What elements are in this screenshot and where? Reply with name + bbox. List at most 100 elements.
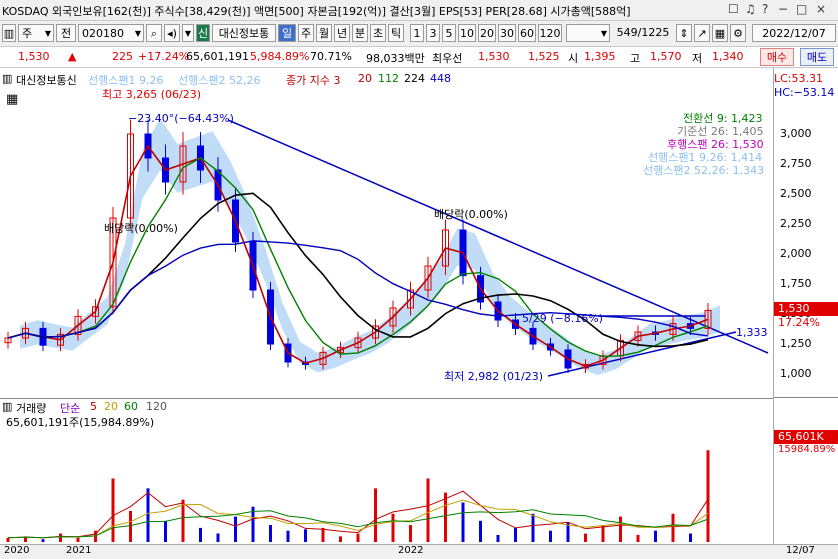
volume-legend-5: 5 [90,400,97,413]
grid-icon[interactable]: ▦ [712,24,728,42]
stock-name-label: 대신정보통신 [16,74,77,87]
period-minute-button[interactable]: 분 [352,24,368,42]
volume-bar [496,534,500,542]
minute-20-button[interactable]: 20 [478,24,496,42]
y-axis[interactable]: LC:53.31 HC:−53.14 3,000 2,750 2,500 2,250 2… [773,68,838,544]
volume-bar [619,516,622,542]
price-change: 225 [112,50,133,63]
volume-bar [164,520,167,542]
volume-bar [584,533,587,542]
bell-icon[interactable]: ♫ [745,2,756,16]
volume-chart-panel[interactable]: ▥ 거래량 단순 5 20 60 120 65,601,191주(15,984.… [0,398,838,544]
period-day-button[interactable]: 일 [278,24,296,42]
help-icon[interactable]: ? [762,2,768,16]
price-chart-panel[interactable]: ▥ 대신정보통신 선행스팬1 9,26 선행스팬2 52,26 종가 지수 3 … [0,68,838,398]
close-icon[interactable]: × [816,2,826,16]
volume-legend-20: 20 [104,400,118,413]
sell-button[interactable]: 매도 [800,48,834,66]
interval-input[interactable]: ▼ [566,24,610,42]
price-tag: 1,530 [774,302,838,316]
draw-tool-icon[interactable]: ↗ [694,24,710,42]
search-icon[interactable]: ⌕ [146,24,162,42]
minimize-icon[interactable]: − [778,2,788,16]
high-price: 1,570 [650,50,682,63]
period-second-button[interactable]: 초 [370,24,386,42]
pin-icon[interactable]: ☐ [728,2,739,16]
period-year-button[interactable]: 년 [334,24,350,42]
volume-bar [444,492,447,542]
volume-bar [234,516,237,542]
volume-bar [601,525,605,542]
dividend-label-2: 배당락(0.00%) [434,208,508,221]
quote-row: 1,530 ▲ 225 +17.24% 65,601,191 5,984.89%… [0,47,838,68]
all-button[interactable]: 전 [56,24,76,42]
volume-bar [531,513,535,542]
volume-settings-icon[interactable]: ▥ [2,400,12,413]
minute-60-button[interactable]: 60 [518,24,536,42]
period-month-button[interactable]: 월 [316,24,332,42]
volume-bar [374,488,377,542]
y-tick-label: 1,250 [780,337,812,350]
ichimoku-span2: 선행스팬2 52,26: 1,343 [643,164,765,177]
hc-label: HC:−53.14 [774,86,835,99]
scroll-toggle-icon[interactable]: ⇕ [676,24,692,42]
period-tick-button[interactable]: 틱 [388,24,404,42]
low-label: 저 [692,52,703,65]
last-value-label: 1,333 [736,326,768,339]
buy-button[interactable]: 매수 [760,48,794,66]
volume-tag: 65,601K [774,430,838,444]
volume-bar [321,527,325,542]
date-input[interactable]: 2022/12/07 [752,24,836,42]
date-label-2020: 2020 [4,545,30,556]
volume-bar [181,499,185,542]
volume-bar [286,530,290,542]
volume-ratio: 5,984.89% [250,50,310,63]
dropdown-icon[interactable]: ▼ [182,24,194,42]
volume-bar [199,527,202,542]
volume-bar [269,525,272,542]
layout-icon[interactable]: ▥ [2,24,16,42]
minute-10-button[interactable]: 10 [458,24,476,42]
market-select[interactable]: 주 ▼ [18,24,54,42]
high-marker: 최고 3,265 (06/23) [102,88,202,101]
maximize-icon[interactable]: □ [796,2,807,16]
minute-5-button[interactable]: 5 [442,24,456,42]
y-tick-label: 3,000 [780,127,812,140]
minute-3-button[interactable]: 3 [426,24,440,42]
volume-bar [654,530,657,542]
legend-ma224: 224 [404,72,425,85]
volume-legend-120: 120 [146,400,167,413]
settings-icon[interactable]: ⚙ [730,24,746,42]
dividend-label-1: 배당락(0.00%) [104,222,178,235]
company-tag: 신 [196,24,210,42]
y-tick-label: 1,750 [780,277,812,290]
speaker-icon[interactable]: ◂) [164,24,180,42]
record-count: 549/1225 [616,26,670,39]
table-icon[interactable]: ▦ [6,92,18,107]
open-label: 시 [568,52,579,65]
turnover-rate: 70.71% [310,50,352,63]
volume-bar [689,533,692,542]
code-input[interactable]: 020180 ▼ [78,24,144,42]
volume-value: 65,601,191 [186,50,249,63]
minute-120-button[interactable]: 120 [538,24,562,42]
best-quote-label: 최우선 [432,52,463,65]
volume-bar [304,529,307,542]
date-label-2022: 2022 [398,545,424,556]
volume-bar [671,513,675,542]
minute-30-button[interactable]: 30 [498,24,516,42]
toolbar: ▥ 주 ▼ 전 020180 ▼ ⌕ ◂) ▼ 신 대신정보통 일 주 월 년 분 … [0,21,838,47]
volume-bar [111,478,115,542]
volume-bar [426,478,430,542]
volume-bar [339,536,342,542]
chart-settings-icon[interactable]: ▥ [2,72,12,85]
volume-bar [479,520,482,542]
volume-legend-60: 60 [124,400,138,413]
up-arrow-icon: ▲ [68,50,77,63]
high-label: 고 [630,52,641,65]
minute-1-button[interactable]: 1 [410,24,424,42]
y-tick-label: 2,000 [780,247,812,260]
period-week-button[interactable]: 주 [298,24,314,42]
date-axis[interactable]: 2020 2021 2022 12/07 [0,544,838,559]
bid-price: 1,525 [528,50,560,63]
